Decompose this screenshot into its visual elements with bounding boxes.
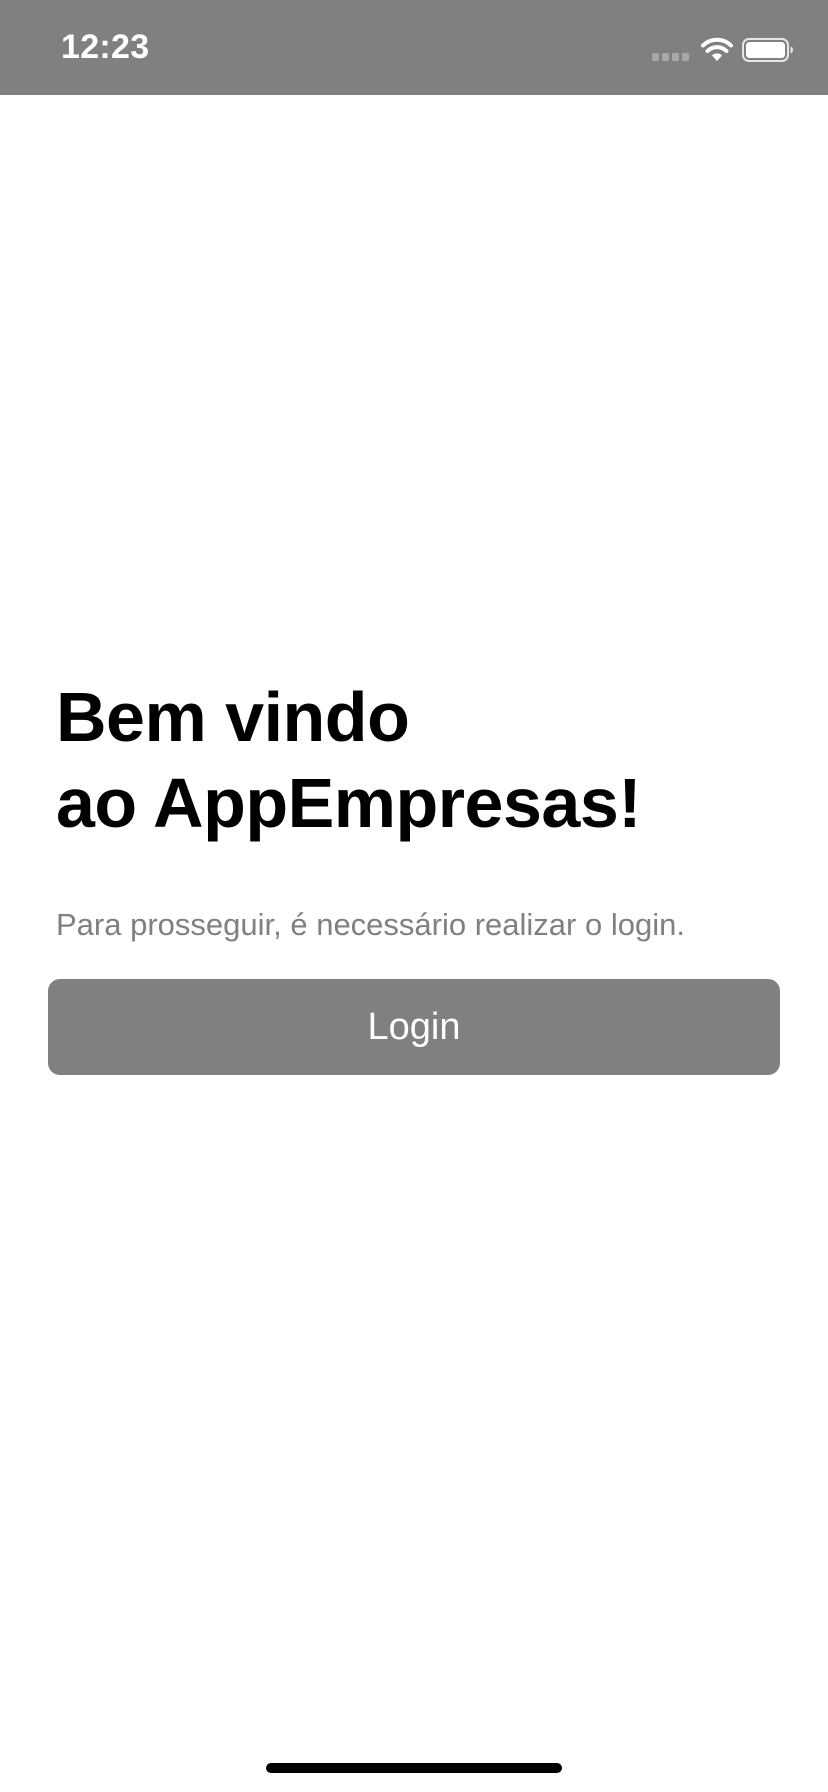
status-time: 12:23 (61, 28, 150, 66)
welcome-title-line-2: ao AppEmpresas! (56, 764, 642, 842)
welcome-title-line-1: Bem vindo (56, 678, 410, 756)
welcome-title: Bem vindo ao AppEmpresas! (56, 674, 642, 846)
home-indicator[interactable] (266, 1763, 562, 1773)
status-bar: 12:23 (0, 0, 828, 95)
welcome-screen: 12:23 Bem vindo ao AppEmpresas! Para pro… (0, 0, 828, 1792)
login-instruction-text: Para prosseguir, é necessário realizar o… (56, 907, 685, 942)
wifi-icon (701, 37, 733, 61)
cellular-signal-icon (652, 53, 689, 61)
battery-icon (742, 38, 793, 62)
login-button[interactable]: Login (48, 979, 780, 1075)
